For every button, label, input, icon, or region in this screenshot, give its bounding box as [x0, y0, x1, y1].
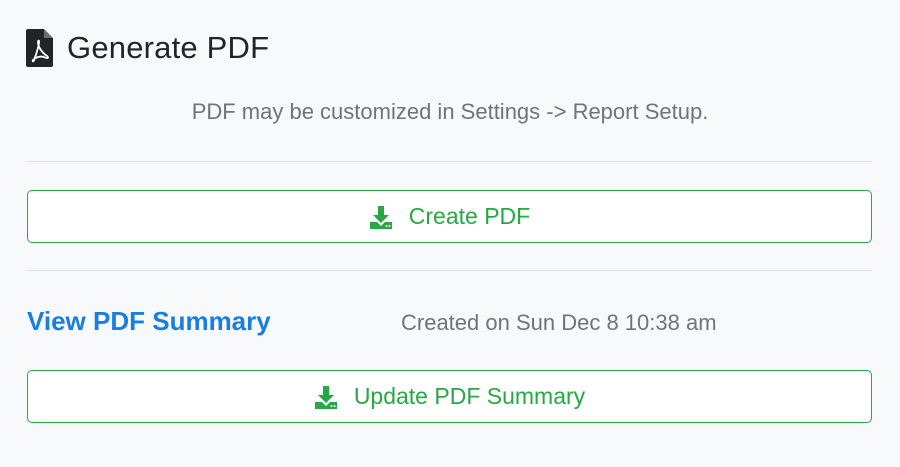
update-pdf-summary-label: Update PDF Summary — [353, 383, 586, 409]
create-pdf-label: Create PDF — [408, 203, 531, 229]
file-pdf-icon — [26, 29, 53, 67]
download-icon — [369, 205, 393, 229]
generate-pdf-panel: Generate PDF PDF may be customized in Se… — [0, 0, 900, 467]
panel-header: Generate PDF — [26, 26, 269, 70]
page-title: Generate PDF — [67, 30, 270, 65]
divider — [27, 270, 872, 271]
created-timestamp: Created on Sun Dec 8 10:38 am — [401, 310, 717, 335]
create-pdf-button[interactable]: Create PDF — [27, 190, 872, 243]
view-pdf-summary-link[interactable]: View PDF Summary — [27, 306, 271, 337]
divider — [27, 161, 872, 162]
summary-row: View PDF Summary Created on Sun Dec 8 10… — [27, 300, 872, 344]
download-icon — [314, 385, 338, 409]
update-pdf-summary-button[interactable]: Update PDF Summary — [27, 370, 872, 423]
settings-note: PDF may be customized in Settings -> Rep… — [191, 99, 709, 124]
